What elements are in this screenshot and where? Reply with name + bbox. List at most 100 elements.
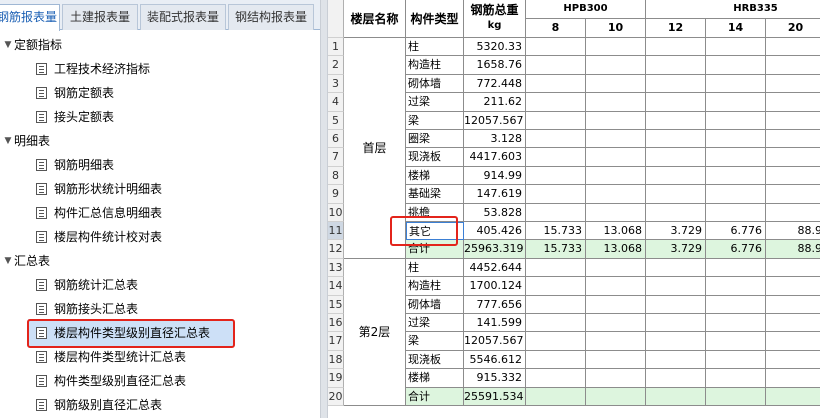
cell-component-type[interactable]: 楼梯 <box>406 369 464 388</box>
cell-component-type[interactable]: 过梁 <box>406 314 464 333</box>
cell-component-type[interactable]: 现浇板 <box>406 350 464 370</box>
cell-component-type[interactable]: 构造柱 <box>406 277 464 296</box>
row-number[interactable]: 10 <box>328 203 344 222</box>
tree-item-report[interactable]: 构件汇总信息明细表 <box>0 202 300 224</box>
row-number[interactable]: 8 <box>328 166 344 186</box>
row-number[interactable]: 15 <box>328 295 344 314</box>
tree-item-report[interactable]: 钢筋明细表 <box>0 154 300 176</box>
cell-diameter-weight <box>646 369 706 388</box>
cell-total-weight: 211.62 <box>464 93 526 112</box>
cell-component-type[interactable]: 现浇板 <box>406 148 464 167</box>
tree-item-report[interactable]: 构件类型级别直径汇总表 <box>0 370 300 392</box>
tree-group-3[interactable]: ▼ 汇总表 <box>0 250 300 272</box>
row-number[interactable]: 9 <box>328 185 344 204</box>
cell-component-type[interactable]: 砌体墙 <box>406 74 464 94</box>
cell-total-weight: 1700.124 <box>464 277 526 296</box>
tab-steel-report[interactable]: 钢结构报表量 <box>228 4 314 30</box>
report-tree-panel: 钢筋报表量 土建报表量 装配式报表量 钢结构报表量 ▼ 定额指标工程技术经济指标钢… <box>0 0 320 418</box>
tree-item-report[interactable]: 楼层构件类型统计汇总表 <box>0 346 300 368</box>
expand-arrow-icon[interactable]: ▼ <box>3 130 13 152</box>
cell-total-weight: 141.599 <box>464 314 526 333</box>
cell-floor-name: 首层 <box>344 38 406 259</box>
cell-diameter-weight <box>526 350 586 370</box>
tab-rebar-report[interactable]: 钢筋报表量 <box>0 4 60 31</box>
document-icon <box>36 111 47 123</box>
tree-item-report[interactable]: 工程技术经济指标 <box>0 58 300 80</box>
cell-component-type[interactable]: 梁 <box>406 111 464 130</box>
cell-diameter-weight <box>766 387 820 406</box>
cell-component-type[interactable]: 柱 <box>406 258 464 278</box>
row-number[interactable]: 17 <box>328 332 344 351</box>
header-component-type: 构件类型 <box>406 0 464 38</box>
cell-total-weight: 5546.612 <box>464 350 526 370</box>
cell-diameter-weight <box>706 56 766 75</box>
row-number[interactable]: 3 <box>328 74 344 94</box>
tab-prefab-report[interactable]: 装配式报表量 <box>140 4 226 30</box>
tree-item-report[interactable]: 钢筋统计汇总表 <box>0 274 300 296</box>
row-number[interactable]: 1 <box>328 38 344 57</box>
cell-diameter-weight <box>646 74 706 94</box>
cell-component-type[interactable]: 梁 <box>406 332 464 351</box>
cell-diameter-weight <box>766 148 820 167</box>
cell-component-type[interactable]: 砌体墙 <box>406 295 464 314</box>
tree-item-label: 楼层构件类型级别直径汇总表 <box>54 326 211 340</box>
cell-component-type[interactable]: 合计 <box>406 240 464 259</box>
tree-group-1[interactable]: ▼ 定额指标 <box>0 34 300 56</box>
row-number[interactable]: 12 <box>328 240 344 259</box>
cell-diameter-weight <box>706 148 766 167</box>
cell-component-type[interactable]: 合计 <box>406 387 464 406</box>
row-number[interactable]: 5 <box>328 111 344 130</box>
row-number[interactable]: 11 <box>328 222 344 241</box>
row-number[interactable]: 13 <box>328 258 344 278</box>
cell-component-type[interactable]: 构造柱 <box>406 56 464 75</box>
row-number[interactable]: 7 <box>328 148 344 167</box>
panel-splitter[interactable] <box>320 0 328 418</box>
cell-diameter-weight <box>526 74 586 94</box>
cell-total-weight: 25963.319 <box>464 240 526 259</box>
cell-total-weight: 4452.644 <box>464 258 526 278</box>
expand-arrow-icon[interactable]: ▼ <box>3 250 13 272</box>
cell-total-weight: 777.656 <box>464 295 526 314</box>
cell-diameter-weight <box>586 130 646 149</box>
cell-component-type[interactable]: 其它 <box>406 222 464 241</box>
tree-item-report[interactable]: 接头定额表 <box>0 106 300 128</box>
cell-component-type[interactable]: 楼梯 <box>406 166 464 186</box>
cell-diameter-weight <box>766 369 820 388</box>
row-number[interactable]: 4 <box>328 93 344 112</box>
row-number[interactable]: 14 <box>328 277 344 296</box>
tree-item-report[interactable]: 楼层构件统计校对表 <box>0 226 300 248</box>
tree-item-report[interactable]: 钢筋级别直径汇总表 <box>0 394 300 416</box>
tree-item-report[interactable]: 钢筋定额表 <box>0 82 300 104</box>
row-number[interactable]: 18 <box>328 350 344 370</box>
document-icon <box>36 87 47 99</box>
cell-component-type[interactable]: 圈梁 <box>406 130 464 149</box>
cell-diameter-weight <box>586 295 646 314</box>
tree-group-2[interactable]: ▼ 明细表 <box>0 130 300 152</box>
cell-component-type[interactable]: 柱 <box>406 38 464 57</box>
tree-item-label: 工程技术经济指标 <box>54 62 151 76</box>
row-number[interactable]: 20 <box>328 387 344 406</box>
cell-diameter-weight <box>646 56 706 75</box>
cell-total-weight: 3.128 <box>464 130 526 149</box>
row-number[interactable]: 2 <box>328 56 344 75</box>
tree-item-report[interactable]: 钢筋接头汇总表 <box>0 298 300 320</box>
cell-component-type[interactable]: 挑檐 <box>406 203 464 222</box>
cell-diameter-weight <box>646 203 706 222</box>
cell-component-type[interactable]: 基础梁 <box>406 185 464 204</box>
cell-diameter-weight <box>766 38 820 57</box>
cell-diameter-weight <box>646 387 706 406</box>
expand-arrow-icon[interactable]: ▼ <box>3 34 13 56</box>
tab-civil-report[interactable]: 土建报表量 <box>62 4 138 30</box>
tree-item-label: 接头定额表 <box>54 110 115 124</box>
cell-diameter-weight <box>526 295 586 314</box>
cell-diameter-weight <box>706 277 766 296</box>
cell-component-type[interactable]: 过梁 <box>406 93 464 112</box>
tree-item-report[interactable]: 钢筋形状统计明细表 <box>0 178 300 200</box>
row-number[interactable]: 19 <box>328 369 344 388</box>
tree-item-report[interactable]: 楼层构件类型级别直径汇总表 <box>0 322 300 344</box>
row-number[interactable]: 16 <box>328 314 344 333</box>
cell-diameter-weight <box>706 387 766 406</box>
row-number[interactable]: 6 <box>328 130 344 149</box>
cell-diameter-weight <box>766 93 820 112</box>
cell-diameter-weight: 6.776 <box>706 240 766 259</box>
